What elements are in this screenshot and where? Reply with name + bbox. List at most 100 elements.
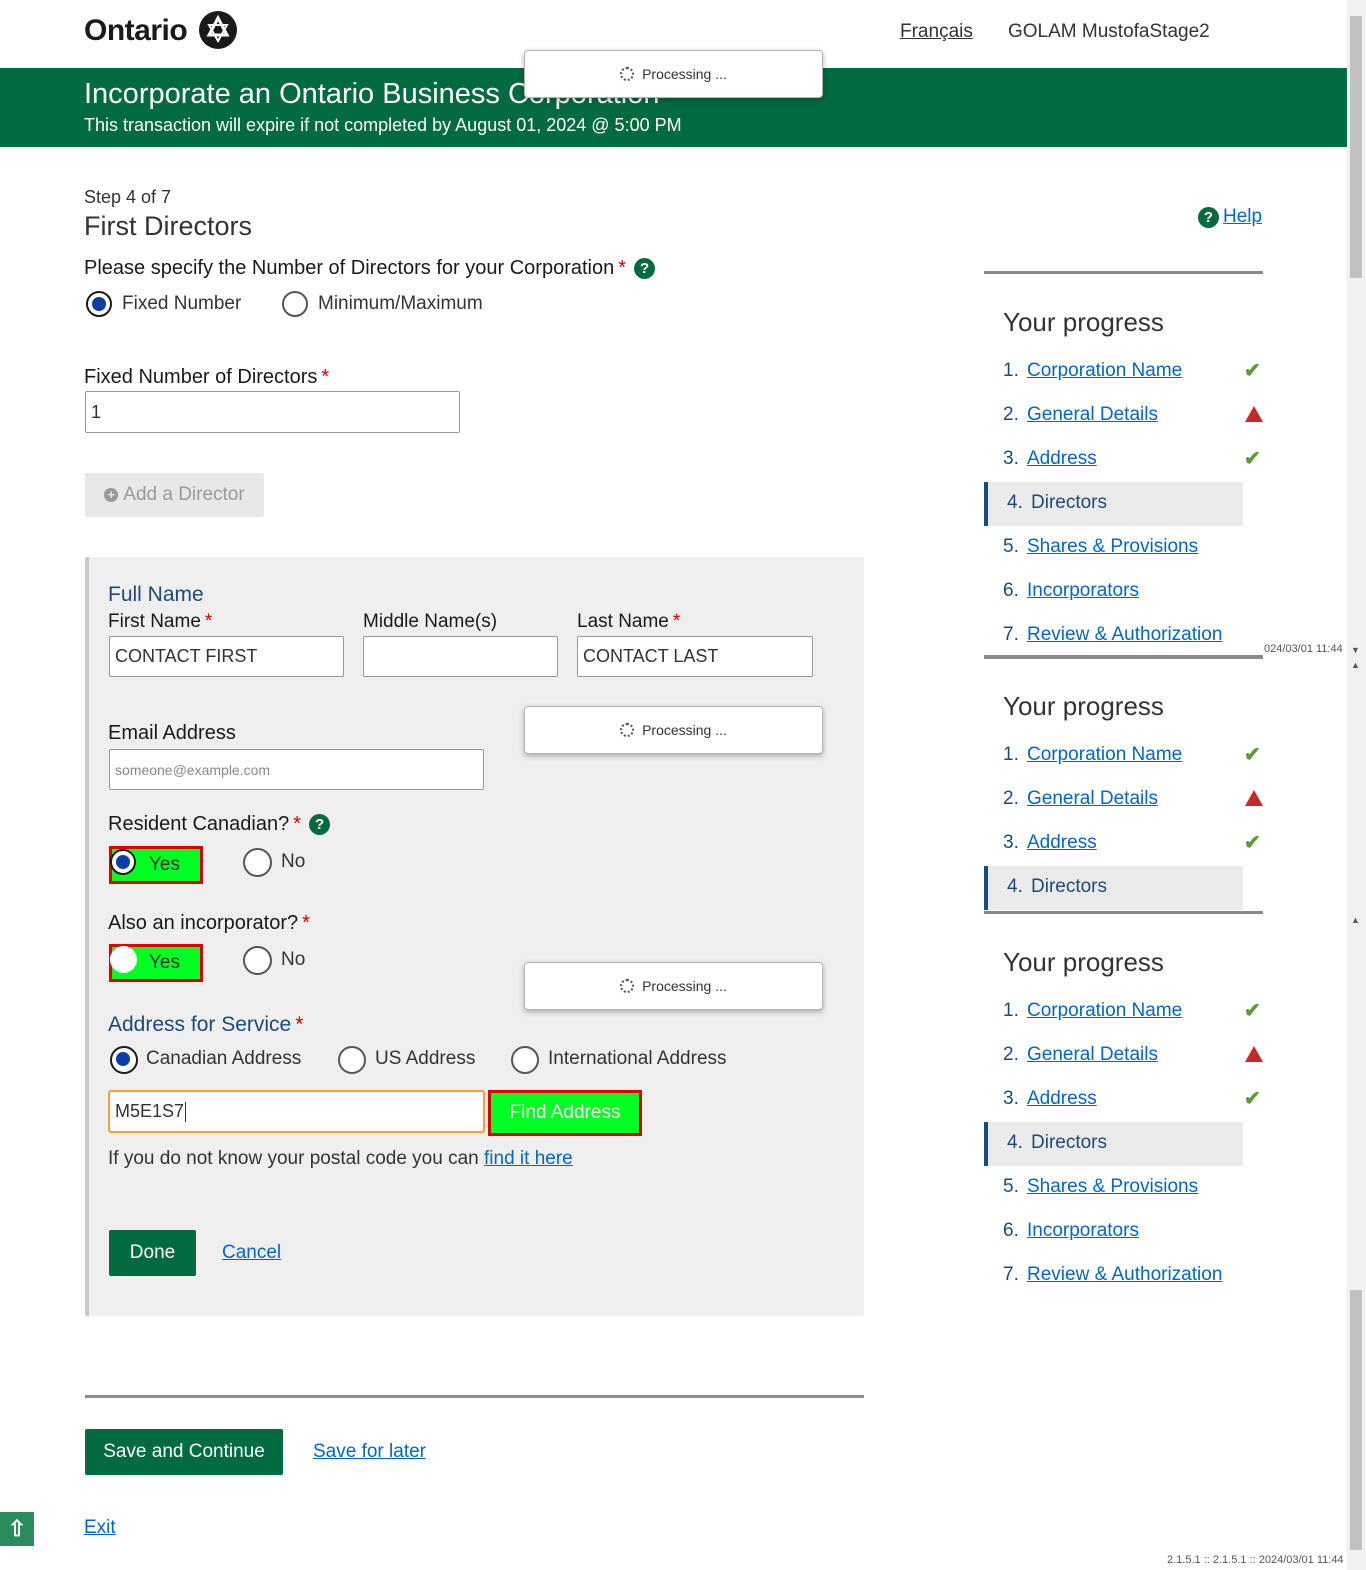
first-name-input[interactable]: CONTACT FIRST: [109, 636, 344, 677]
progress-item-label[interactable]: Address: [1027, 1088, 1097, 1110]
directors-count-question: Please specify the Number of Directors f…: [84, 257, 656, 280]
check-icon: ✔: [1244, 448, 1261, 470]
find-address-button[interactable]: Find Address: [488, 1090, 642, 1136]
done-button[interactable]: Done: [109, 1230, 196, 1276]
progress-item-label[interactable]: Shares & Provisions: [1027, 1176, 1198, 1198]
middle-name-input[interactable]: [363, 636, 558, 677]
us-address-radio[interactable]: [338, 1046, 366, 1074]
ontario-trillium-icon[interactable]: [199, 11, 237, 49]
incorporator-no-label: No: [281, 949, 306, 970]
progress-item-label: Directors: [1031, 492, 1108, 513]
help-link[interactable]: ? Help: [1198, 206, 1262, 228]
progress-item-2[interactable]: 2. General Details: [984, 394, 1243, 438]
progress-item-label[interactable]: Address: [1027, 832, 1097, 854]
progress-item-label[interactable]: Incorporators: [1027, 1220, 1139, 1242]
find-it-here-link[interactable]: find it here: [484, 1148, 573, 1169]
add-director-button[interactable]: + Add a Director: [85, 473, 264, 517]
progress-item-3[interactable]: 3. Address: [984, 1078, 1243, 1122]
progress-item-label[interactable]: Review & Authorization: [1027, 1264, 1222, 1286]
resident-canadian-label: Resident Canadian? *?: [108, 813, 331, 836]
scrollbar-thumb[interactable]: [1350, 1290, 1362, 1550]
user-name[interactable]: GOLAM MustofaStage2: [1008, 21, 1210, 43]
progress-item-3[interactable]: 3. Address: [984, 822, 1243, 866]
page-title: First Directors: [84, 211, 252, 241]
middle-name-label: Middle Name(s): [363, 611, 498, 632]
warning-icon: [1245, 406, 1263, 422]
resident-no-radio[interactable]: [243, 848, 272, 877]
progress-item-number: 6.: [1003, 1220, 1019, 1241]
cancel-link[interactable]: Cancel: [222, 1242, 281, 1264]
progress-item-6[interactable]: 6. Incorporators: [984, 1210, 1243, 1254]
progress-item-label[interactable]: Review & Authorization: [1027, 624, 1222, 646]
progress-item-label[interactable]: General Details: [1027, 788, 1158, 810]
ontario-logo-text[interactable]: Ontario: [84, 14, 188, 48]
progress-item-2[interactable]: 2. General Details: [984, 1034, 1243, 1078]
resident-yes-radio[interactable]: [110, 849, 136, 875]
progress-item-label[interactable]: General Details: [1027, 1044, 1158, 1066]
fixed-number-input[interactable]: 1: [85, 391, 460, 433]
progress-item-2[interactable]: 2. General Details: [984, 778, 1243, 822]
progress-item-1[interactable]: 1. Corporation Name: [984, 350, 1243, 394]
scrollbar-thumb[interactable]: [1350, 16, 1362, 278]
international-address-radio[interactable]: [511, 1046, 539, 1074]
progress-item-label[interactable]: Corporation Name: [1027, 744, 1182, 766]
spinner-icon: [620, 67, 635, 81]
progress-item-number: 5.: [1003, 1176, 1019, 1197]
help-icon[interactable]: ?: [634, 258, 656, 280]
step-indicator: Step 4 of 7: [84, 187, 172, 207]
scroll-to-top-button[interactable]: ⇧: [0, 1512, 34, 1546]
save-for-later-link[interactable]: Save for later: [313, 1441, 426, 1463]
min-max-label: Minimum/Maximum: [318, 293, 483, 314]
incorporator-yes-radio[interactable]: [110, 946, 137, 973]
progress-item-number: 7.: [1003, 624, 1019, 645]
scroll-up-arrow-icon[interactable]: ▲: [1351, 660, 1360, 670]
progress-item-label[interactable]: Incorporators: [1027, 580, 1139, 602]
scroll-up-arrow-icon[interactable]: ▲: [1351, 915, 1360, 925]
progress-item-6[interactable]: 6. Incorporators: [984, 570, 1243, 614]
email-input[interactable]: someone@example.com: [109, 749, 484, 790]
progress-title: Your progress: [1003, 947, 1164, 977]
version-string-clipped: 024/03/01 11:44: [1264, 643, 1343, 655]
processing-toast: Processing ...: [524, 50, 823, 98]
scroll-down-arrow-icon[interactable]: ▼: [1351, 645, 1360, 655]
check-icon: ✔: [1244, 832, 1261, 854]
progress-item-label[interactable]: Corporation Name: [1027, 360, 1182, 382]
save-continue-button[interactable]: Save and Continue: [85, 1429, 283, 1475]
fixed-number-label: Fixed Number: [122, 293, 242, 314]
resident-yes-label: Yes: [149, 854, 180, 875]
last-name-input[interactable]: CONTACT LAST: [577, 636, 813, 677]
progress-divider: [984, 655, 1263, 658]
postal-hint: If you do not know your postal code you …: [108, 1148, 573, 1169]
min-max-radio[interactable]: [282, 291, 308, 317]
progress-item-1[interactable]: 1. Corporation Name: [984, 734, 1243, 778]
progress-item-1[interactable]: 1. Corporation Name: [984, 990, 1243, 1034]
canadian-address-radio[interactable]: [110, 1046, 138, 1074]
progress-item-number: 2.: [1003, 1044, 1019, 1065]
progress-item-3[interactable]: 3. Address: [984, 438, 1243, 482]
progress-item-5[interactable]: 5. Shares & Provisions: [984, 1166, 1243, 1210]
progress-item-label[interactable]: General Details: [1027, 404, 1158, 426]
postal-code-input[interactable]: M5E1S7: [108, 1090, 485, 1133]
progress-item-4[interactable]: 4. Directors: [984, 482, 1243, 526]
progress-item-7[interactable]: 7. Review & Authorization: [984, 1254, 1243, 1298]
resident-no-label: No: [281, 851, 306, 872]
progress-item-7[interactable]: 7. Review & Authorization: [984, 614, 1243, 658]
last-name-label: Last Name *: [577, 611, 681, 632]
progress-item-label[interactable]: Corporation Name: [1027, 1000, 1182, 1022]
progress-item-4[interactable]: 4. Directors: [984, 866, 1243, 910]
progress-item-5[interactable]: 5. Shares & Provisions: [984, 526, 1243, 570]
international-address-label: International Address: [548, 1048, 727, 1069]
progress-item-4[interactable]: 4. Directors: [984, 1122, 1243, 1166]
progress-item-number: 3.: [1003, 832, 1019, 853]
progress-item-label[interactable]: Address: [1027, 448, 1097, 470]
help-icon[interactable]: ?: [309, 814, 331, 836]
incorporator-no-radio[interactable]: [243, 946, 272, 975]
fixed-number-radio[interactable]: [86, 291, 112, 317]
progress-item-number: 4.: [1007, 876, 1023, 897]
francais-link[interactable]: Français: [900, 21, 973, 43]
spinner-icon: [620, 979, 635, 993]
arrow-up-icon: ⇧: [7, 1516, 27, 1541]
progress-item-label[interactable]: Shares & Provisions: [1027, 536, 1198, 558]
exit-link[interactable]: Exit: [84, 1517, 116, 1539]
progress-item-number: 6.: [1003, 580, 1019, 601]
